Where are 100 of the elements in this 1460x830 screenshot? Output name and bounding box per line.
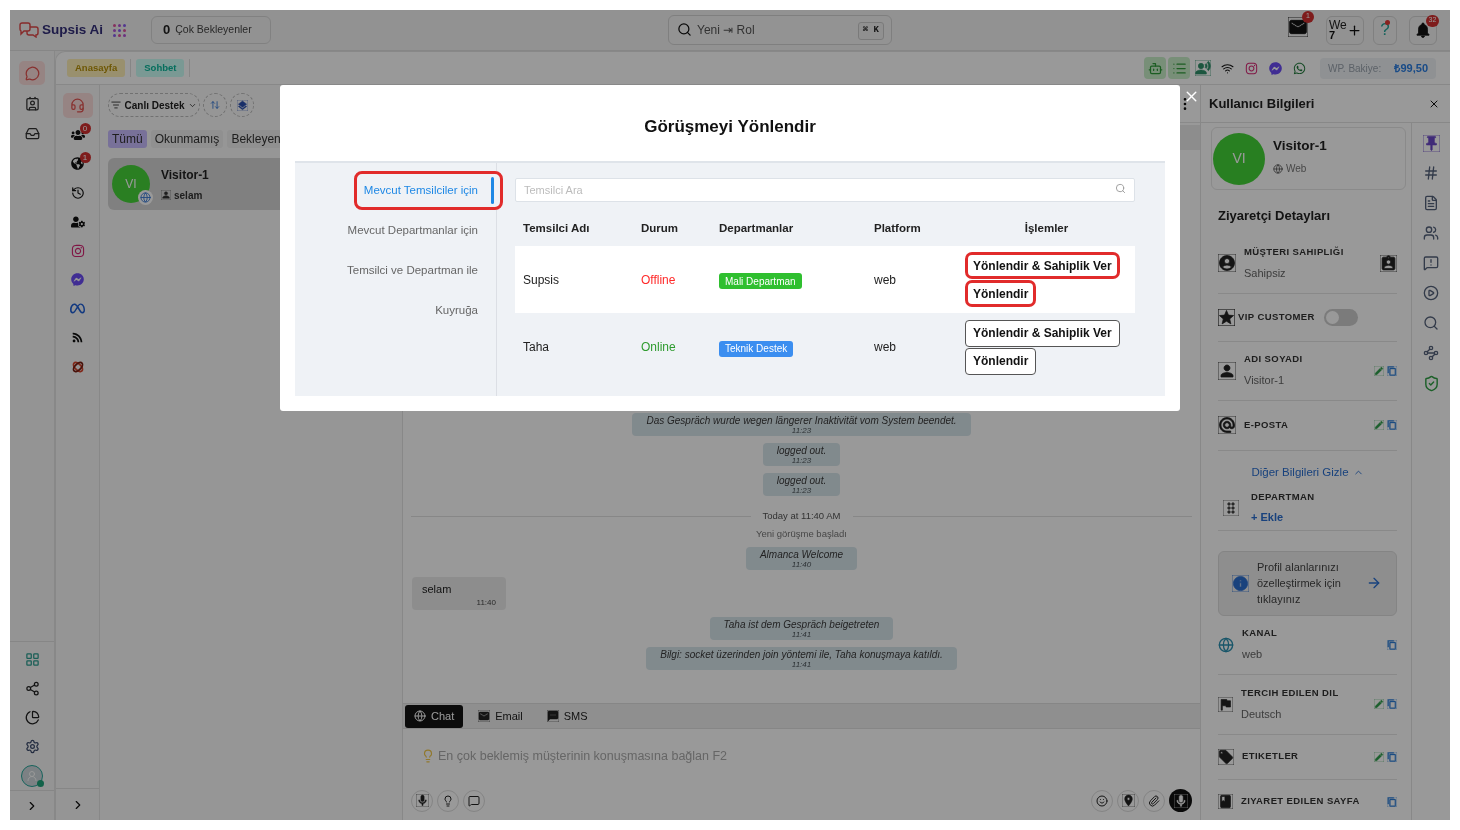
redirect-option-tab[interactable]: Kuyruğa [425, 291, 503, 330]
map-pin-icon [1121, 794, 1135, 807]
book-icon [1218, 794, 1233, 809]
message-time: 11:23 [791, 457, 812, 465]
messenger-icon [1268, 61, 1282, 75]
users-icon [70, 127, 85, 142]
conversation-filter-tab[interactable]: Okunmamış [150, 130, 224, 148]
agent-name: Supsis [522, 271, 561, 289]
edit-icon[interactable] [1374, 751, 1384, 762]
copy-icon[interactable] [1387, 420, 1397, 430]
info-icon [1232, 574, 1249, 592]
user-silhouette-icon [26, 769, 38, 782]
play-icon[interactable] [1423, 285, 1439, 301]
copy-icon[interactable] [1387, 639, 1397, 650]
edit-icon[interactable] [1374, 699, 1384, 709]
agent-search-field[interactable]: Temsilci Ara [515, 178, 1135, 202]
action-button[interactable]: Yönlendir [965, 347, 1037, 375]
copy-icon[interactable] [1387, 796, 1397, 807]
chat-nav-button[interactable] [19, 61, 45, 85]
headset-filter-button[interactable] [62, 93, 93, 118]
count-badge: 0 [79, 123, 91, 134]
dialog-title: Görüşmeyi Yönlendir [643, 117, 817, 137]
headset-icon [70, 98, 85, 113]
vip-toggle[interactable] [1323, 308, 1358, 326]
conversation-filter-tab[interactable]: Tümü [108, 130, 147, 148]
visitor-name: Visitor-1 [161, 166, 209, 184]
document-icon[interactable] [1423, 195, 1439, 211]
action-button[interactable]: Yönlendir & Sahiplik Ver [965, 319, 1120, 347]
list-channel-button[interactable] [1168, 57, 1190, 79]
bot-channel-button[interactable] [1144, 57, 1166, 79]
redirect-option-tab[interactable]: Temsilci ve Departman ile [337, 251, 503, 290]
panel-title: Kullanıcı Bilgileri [1209, 94, 1315, 113]
at-sign-icon [1218, 416, 1236, 434]
copy-icon[interactable] [1387, 365, 1397, 376]
field-label: ZIYARET EDILEN SAYFA [1241, 794, 1360, 809]
share-icon[interactable] [24, 681, 40, 696]
waiting-counter[interactable]: 0 Çok Bekleyenler [151, 16, 271, 44]
message-time: 11:23 [791, 487, 812, 495]
star-icon [1218, 308, 1235, 326]
edit-icon[interactable] [1374, 420, 1384, 430]
message-text: selam [422, 582, 453, 597]
toggle-details-link[interactable]: Diğer Bilgileri Gizle [1251, 463, 1364, 481]
settings-icon[interactable] [24, 739, 40, 754]
channel-tab[interactable]: SMS [537, 704, 597, 728]
message-text: Bilgi: socket üzerinden join yöntemi ile, Taha konuşmaya katıldı. [660, 649, 943, 661]
copy-icon[interactable] [1387, 751, 1397, 762]
message-text: logged out. [776, 475, 827, 487]
redirect-option-tab[interactable]: Mevcut Temsilciler için [353, 171, 503, 210]
hashtag-icon[interactable] [1423, 165, 1439, 181]
channel-tab[interactable]: Chat [405, 704, 464, 728]
field-label: MÜŞTERI SAHIPLIĞI [1244, 244, 1344, 259]
globe-filter-button[interactable]: 1 [62, 151, 93, 176]
waypoints-icon[interactable] [1423, 345, 1439, 361]
channel-tab[interactable]: Email [469, 704, 532, 728]
platform-text: web [873, 339, 897, 356]
pushpin-icon[interactable] [1422, 134, 1440, 152]
visitor-avatar: VI [112, 165, 150, 203]
conversation-note: Yeni görüşme başladı [756, 528, 847, 540]
bell-icon[interactable] [1414, 21, 1432, 39]
search-icon [1115, 183, 1126, 194]
action-button[interactable]: Yönlendir & Sahiplik Ver [965, 252, 1120, 279]
pie-chart-icon[interactable] [24, 710, 40, 725]
sms-icon [546, 710, 559, 722]
shield-check-icon[interactable] [1422, 374, 1440, 392]
mail-icon[interactable] [1288, 16, 1308, 37]
redirect-option-tab[interactable]: Mevcut Departmanlar için [337, 211, 503, 250]
drag-handle-icon[interactable] [1223, 499, 1239, 516]
status-text: Online [640, 339, 677, 356]
search-icon[interactable] [1423, 315, 1439, 331]
tag-icon [1218, 748, 1234, 765]
action-button[interactable]: Yönlendir [965, 280, 1037, 307]
microphone-icon [415, 794, 429, 807]
profile-channel: Web [1286, 162, 1307, 177]
customize-notice-card[interactable]: Profil alanlarınızı özelleştirmek için tıklayınız [1218, 550, 1397, 616]
users-filter-button[interactable]: 0 [62, 122, 93, 147]
person-icon [1218, 361, 1236, 380]
record-button[interactable] [1169, 789, 1192, 812]
copy-icon[interactable] [1387, 699, 1397, 709]
field-label: TERCIH EDILEN DIL [1241, 685, 1339, 700]
department-tag: Mali Departman [719, 273, 802, 289]
voice-channel-button[interactable] [1192, 57, 1214, 79]
edit-icon[interactable] [1374, 365, 1384, 376]
message-text: Taha ist dem Gespräch beigetreten [723, 619, 880, 631]
add-department-link[interactable]: + Ekle [1251, 509, 1315, 526]
column-header: Departmanlar [718, 221, 795, 237]
profile-avatar[interactable] [21, 764, 43, 787]
history-icon [70, 185, 85, 200]
message-text: logged out. [776, 445, 827, 457]
workspace-button[interactable]: We 7 [1326, 15, 1364, 45]
sort-arrows-icon [210, 100, 220, 110]
knot-logo-icon [70, 359, 85, 374]
users-icon[interactable] [1423, 225, 1439, 241]
microphone-icon [1173, 793, 1188, 808]
message-time: 11:41 [791, 661, 812, 669]
message-alert-icon[interactable] [1423, 255, 1439, 271]
dashboard-grid-icon[interactable] [24, 652, 40, 667]
message-time: 11:40 [791, 561, 812, 569]
message-time: 11:23 [791, 427, 812, 435]
apps-grid-icon[interactable] [113, 23, 126, 37]
clipboard-person-icon[interactable] [1380, 254, 1397, 272]
